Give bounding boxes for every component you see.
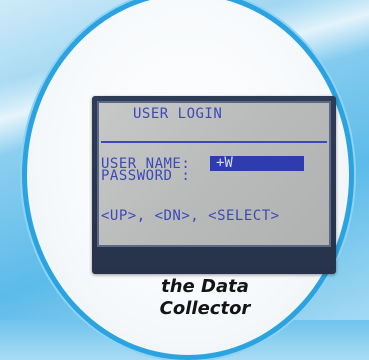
password-label: PASSWORD : — [101, 168, 191, 184]
username-field[interactable]: +W — [210, 156, 304, 171]
login-title: USER LOGIN — [133, 106, 223, 122]
navigation-keys-hint: <UP>, <DN>, <SELECT> — [101, 208, 280, 224]
caption: the Data Collector — [150, 276, 260, 320]
lcd-screen: USER LOGIN USER NAME: +W PASSWORD : <UP>… — [97, 101, 331, 247]
caption-line-2: Collector — [159, 298, 251, 319]
caption-line-1: the Data — [161, 276, 249, 297]
title-divider — [101, 141, 327, 143]
